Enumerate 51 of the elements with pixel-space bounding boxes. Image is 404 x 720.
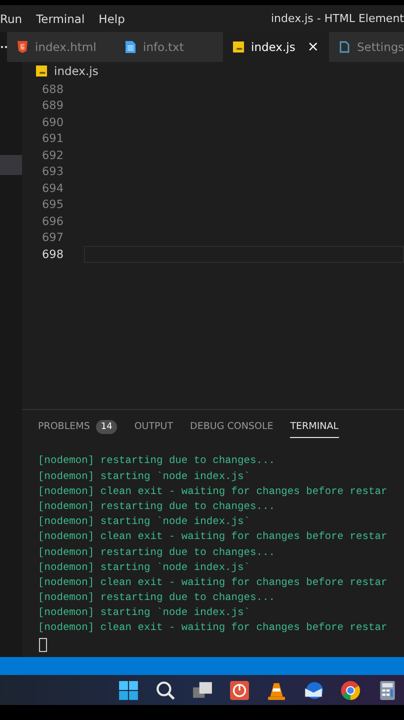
line-number: 697 — [42, 231, 65, 244]
html-file-icon — [17, 41, 28, 53]
text-file-icon — [125, 41, 136, 53]
panel-tab[interactable]: PROBLEMS 14 — [38, 416, 118, 438]
browser-icon[interactable] — [340, 680, 361, 700]
line-number: 689 — [42, 99, 65, 112]
menu-item[interactable]: Terminal — [30, 12, 93, 26]
file-icon — [339, 41, 350, 53]
line-number: 688 — [42, 82, 65, 96]
panel-tab[interactable]: DEBUG CONSOLE — [190, 416, 274, 438]
window-title: index.js - HTML Element — [271, 12, 404, 25]
line-number: 698 — [42, 248, 65, 261]
line-number: 693 — [42, 165, 65, 178]
panel-tab[interactable]: TERMINAL — [290, 416, 339, 438]
mail-icon[interactable] — [303, 680, 324, 700]
power-app-icon[interactable] — [229, 680, 250, 700]
count-badge: 14 — [96, 420, 118, 434]
js-file-icon — [233, 41, 244, 53]
js-file-icon — [36, 64, 47, 77]
terminal-line: [nodemon] clean exit - waiting for changes before restar — [38, 621, 388, 636]
terminal-line: [nodemon] starting `node index.js` — [38, 606, 252, 622]
line-number: 691 — [42, 132, 65, 146]
terminal-line: [nodemon] starting `node index.js` — [38, 470, 252, 485]
search-icon[interactable] — [155, 680, 176, 700]
editor-tab[interactable]: info.txt — [115, 32, 223, 62]
menu-item[interactable]: Help — [92, 12, 133, 26]
terminal-line: [nodemon] clean exit - waiting for changes before restar — [38, 484, 388, 500]
terminal-line: [nodemon] restarting due to changes... — [38, 591, 276, 606]
line-number: 696 — [42, 214, 65, 228]
editor-tab[interactable]: index.js × — [223, 32, 329, 62]
line-number: 692 — [42, 148, 65, 162]
terminal-line: [nodemon] starting `node index.js` — [38, 515, 252, 530]
editor-tab[interactable]: Settings — [329, 32, 404, 62]
breadcrumb[interactable]: index.js — [54, 64, 98, 78]
line-number: 695 — [42, 198, 65, 212]
terminal-line: [nodemon] clean exit - waiting for changes before restar — [38, 576, 388, 591]
terminal-line: [nodemon] restarting due to changes... — [38, 500, 276, 515]
panel-tab[interactable]: OUTPUT — [134, 416, 174, 438]
close-icon[interactable]: × — [307, 39, 319, 55]
line-number: 690 — [42, 116, 65, 129]
terminal-line: [nodemon] restarting due to changes... — [38, 454, 276, 470]
menu-item[interactable]: Run — [0, 12, 30, 26]
windows-logo-icon[interactable] — [118, 680, 139, 700]
terminal-line: [nodemon] clean exit - waiting for changes before restar — [38, 530, 388, 546]
task-view-icon[interactable] — [192, 680, 213, 700]
line-number: 694 — [42, 182, 65, 195]
terminal-line: [nodemon] restarting due to changes... — [38, 546, 276, 561]
terminal-line: [nodemon] starting `node index.js` — [38, 560, 252, 576]
editor-tab[interactable]: index.html — [7, 32, 115, 62]
terminal-cursor — [39, 638, 47, 652]
calculator-icon[interactable] — [377, 680, 398, 700]
